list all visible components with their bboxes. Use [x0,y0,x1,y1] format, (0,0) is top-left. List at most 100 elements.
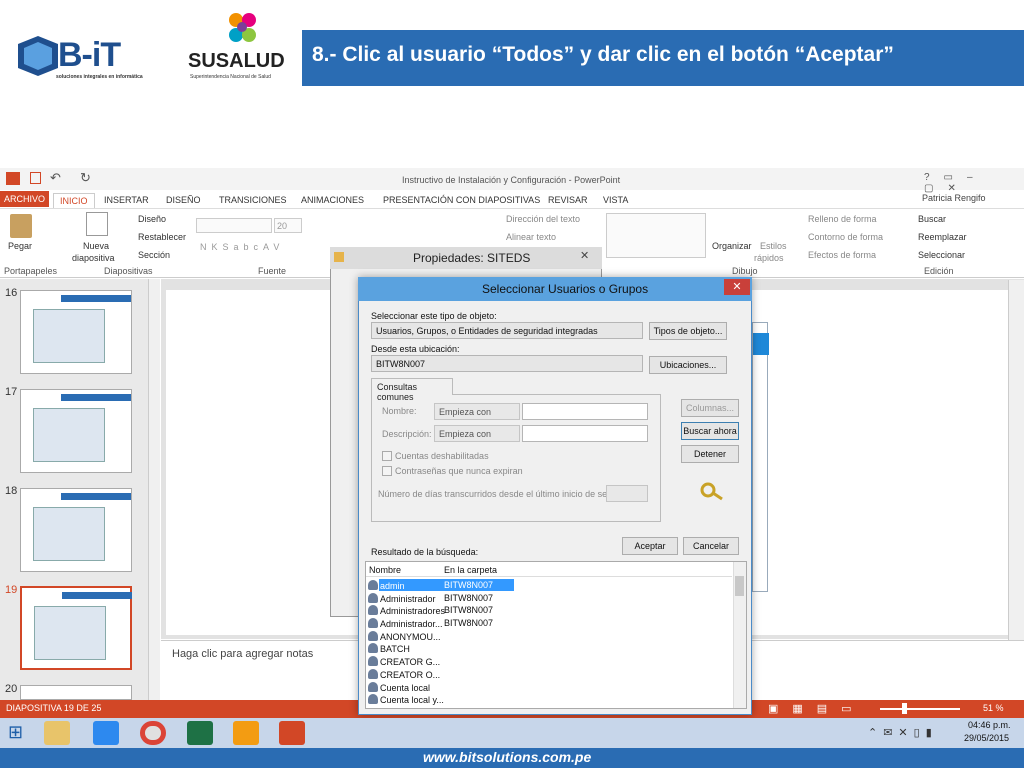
result-name: Administrador [380,594,436,604]
chrome-icon[interactable] [140,721,166,745]
cancel-button[interactable]: Cancelar [683,537,739,555]
column-header-name[interactable]: Nombre [369,565,401,575]
close-icon[interactable]: ✕ [580,249,589,262]
font-name-select[interactable] [196,218,272,233]
slide-thumbnail[interactable] [20,389,132,473]
non-expiring-label: Contraseñas que nunca expiran [395,466,523,476]
result-row[interactable]: admin BITW8N007 [368,580,493,592]
align-text-button[interactable]: Alinear texto [506,232,556,242]
tab-presentacion[interactable]: PRESENTACIÓN CON DIAPOSITIVAS [377,193,546,207]
result-row[interactable]: CREATOR G... [368,656,440,668]
tab-common-queries[interactable]: Consultas comunes [371,378,453,402]
new-slide-icon[interactable] [86,212,108,236]
results-scrollbar-thumb[interactable] [735,576,744,596]
object-types-button[interactable]: Tipos de objeto... [649,322,727,340]
media-player-icon[interactable] [233,721,259,745]
dialog-close-button[interactable]: ✕ [724,279,750,295]
result-row[interactable]: Cuenta local [368,682,430,694]
slide-scrollbar[interactable] [1008,280,1024,640]
select-button[interactable]: Seleccionar [918,250,965,260]
tab-diseno[interactable]: DISEÑO [160,193,207,207]
result-row[interactable]: Administrador BITW8N007 [368,593,493,605]
properties-dialog-title: Propiedades: SITEDS [413,251,531,265]
shapes-gallery[interactable] [606,213,706,258]
column-header-folder[interactable]: En la carpeta [444,565,497,575]
start-button-icon[interactable]: ⊞ [8,722,23,743]
shape-outline-button[interactable]: Contorno de forma [808,232,883,242]
days-since-logon-select[interactable] [606,485,648,502]
layout-button[interactable]: Diseño [138,214,166,224]
font-format-buttons[interactable]: NKSabcAV [200,242,284,252]
results-header [366,562,732,577]
name-operator-select[interactable]: Empieza con [434,403,520,420]
disabled-accounts-label: Cuentas deshabilitadas [395,451,489,461]
result-name: Administrador... [380,619,443,629]
zoom-slider-handle[interactable] [902,703,907,714]
name-input[interactable] [522,403,648,420]
columns-button[interactable]: Columnas... [681,399,739,417]
window-controls[interactable]: ?▭–▢✕ [924,172,1024,194]
redo-icon[interactable]: ↻ [80,170,91,186]
quick-styles-button[interactable]: Estilos [760,241,787,251]
footer-url: www.bitsolutions.com.pe [423,749,592,765]
stop-button[interactable]: Detener [681,445,739,463]
result-folder: BITW8N007 [444,593,494,603]
group-label-edicion: Edición [924,266,954,276]
arrange-button[interactable]: Organizar [712,241,752,251]
slide-thumbnail-selected[interactable] [20,586,132,670]
ppt-app-icon [6,172,20,185]
shape-effects-button[interactable]: Efectos de forma [808,250,876,260]
font-size-select[interactable]: 20 [274,218,302,233]
shape-fill-button[interactable]: Relleno de forma [808,214,877,224]
thumbnails-scrollbar[interactable] [148,279,160,700]
disabled-accounts-checkbox[interactable] [382,451,392,461]
tab-animaciones[interactable]: ANIMACIONES [295,193,370,207]
tab-archivo[interactable]: ARCHIVO [0,191,50,207]
text-direction-button[interactable]: Dirección del texto [506,214,580,224]
tab-inicio[interactable]: INICIO [53,193,95,208]
section-button[interactable]: Sección [138,250,170,260]
tab-revisar[interactable]: REVISAR [542,193,594,207]
result-row[interactable]: ANONYMOU... [368,631,441,643]
clock-date[interactable]: 29/05/2015 [964,733,1009,743]
object-type-field: Usuarios, Grupos, o Entidades de segurid… [371,322,643,339]
result-name: Cuenta local y... [380,695,444,705]
thumb-number: 17 [5,386,18,398]
result-row[interactable]: BATCH [368,643,410,655]
paste-icon[interactable] [10,214,32,238]
powerpoint-taskbar-icon[interactable] [279,721,305,745]
slide-thumbnail[interactable] [20,290,132,374]
undo-icon[interactable]: ↶ [50,170,61,186]
result-row[interactable]: Cuenta local y... [368,694,444,706]
result-row[interactable]: Administrador... BITW8N007 [368,618,493,630]
file-explorer-icon[interactable] [44,721,70,745]
new-slide-button[interactable]: Nueva [83,241,109,251]
tab-transiciones[interactable]: TRANSICIONES [213,193,293,207]
description-operator-select[interactable]: Empieza con [434,425,520,442]
slide-content-window [752,322,769,592]
paste-button[interactable]: Pegar [8,241,32,251]
slide-thumbnail[interactable] [20,488,132,572]
system-tray-icons[interactable]: ⌃✉✕▯▮ [868,726,938,739]
description-input[interactable] [522,425,648,442]
slide-thumbnail[interactable] [20,685,132,700]
internet-explorer-icon[interactable] [93,721,119,745]
zoom-slider[interactable] [880,708,960,710]
reset-button[interactable]: Restablecer [138,232,186,242]
tab-insertar[interactable]: INSERTAR [98,193,155,207]
replace-button[interactable]: Reemplazar [918,232,967,242]
save-icon[interactable] [30,172,41,184]
tab-vista[interactable]: VISTA [597,193,634,207]
ppt-user-name[interactable]: Patricia Rengifo [922,193,986,203]
find-button[interactable]: Buscar [918,214,946,224]
result-row[interactable]: CREATOR O... [368,669,440,681]
clock-time[interactable]: 04:46 p.m. [968,720,1011,730]
non-expiring-checkbox[interactable] [382,466,392,476]
zoom-level[interactable]: 51 % [983,703,1004,713]
accept-button[interactable]: Aceptar [622,537,678,555]
locations-button[interactable]: Ubicaciones... [649,356,727,374]
search-now-button[interactable]: Buscar ahora [681,422,739,440]
excel-icon[interactable] [187,721,213,745]
result-row[interactable]: Administradores BITW8N007 [368,605,493,617]
view-buttons[interactable]: ▣▦▤▭ [768,702,866,715]
